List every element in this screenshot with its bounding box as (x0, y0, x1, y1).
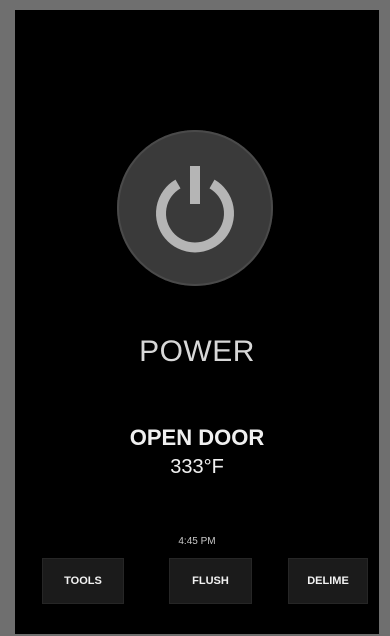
door-status: OPEN DOOR (129, 425, 265, 450)
display-screen: POWER OPEN DOOR 333°F 4:45 PM TOOLS FLUS… (15, 10, 379, 634)
flush-button-label: FLUSH (192, 575, 229, 587)
temperature-readout: 333°F (170, 456, 224, 478)
flush-button[interactable]: FLUSH (169, 558, 252, 604)
delime-button-label: DELIME (307, 575, 349, 587)
device-frame: POWER OPEN DOOR 333°F 4:45 PM TOOLS FLUS… (0, 0, 390, 636)
power-icon (156, 166, 234, 253)
tools-button-label: TOOLS (64, 575, 102, 587)
power-button[interactable] (117, 130, 273, 286)
tools-button[interactable]: TOOLS (42, 558, 124, 604)
delime-button[interactable]: DELIME (288, 558, 368, 604)
clock: 4:45 PM (178, 536, 216, 547)
power-label: POWER (139, 335, 255, 368)
